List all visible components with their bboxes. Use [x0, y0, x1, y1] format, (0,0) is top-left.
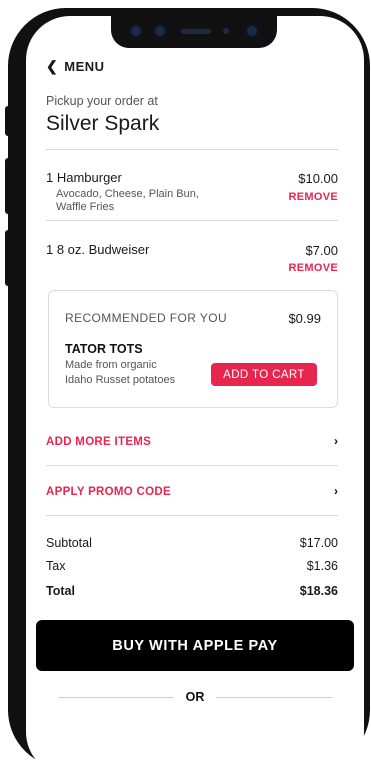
divider [46, 149, 338, 150]
order-item-price: $7.00 [305, 243, 338, 258]
front-camera-icon [247, 26, 257, 36]
recommendation-description-line: Made from organic [65, 359, 157, 371]
notch [111, 16, 277, 48]
proximity-sensor-icon [223, 28, 229, 34]
remove-item-button[interactable]: REMOVE [289, 262, 338, 274]
order-item-description: Avocado, Cheese, Plain Bun, Waffle Fries [56, 188, 199, 214]
subtotal-value: $17.00 [299, 536, 338, 550]
chevron-left-icon: ❮ [46, 58, 59, 74]
divider-line [216, 696, 333, 698]
apple-pay-button[interactable]: BUY WITH APPLE PAY [36, 620, 354, 671]
recommendation-card: RECOMMENDED FOR YOU $0.99 TATOR TOTS Mad… [48, 290, 338, 408]
or-divider: OR [26, 690, 364, 704]
add-more-items-link[interactable]: ADD MORE ITEMS [46, 436, 151, 448]
tax-value: $1.36 [306, 559, 338, 573]
remove-item-button[interactable]: REMOVE [289, 191, 338, 203]
recommendation-description: Made from organic Idaho Russet potatoes [65, 358, 175, 388]
order-item-name: 1 Hamburger [46, 170, 122, 185]
divider [46, 220, 338, 221]
back-label: MENU [64, 59, 105, 74]
recommendation-name: TATOR TOTS [65, 342, 143, 356]
order-item-description-line: Waffle Fries [56, 201, 115, 213]
camera-icon [131, 26, 141, 36]
total-label: Total [46, 584, 75, 598]
back-to-menu-button[interactable]: ❮ MENU [46, 58, 105, 75]
recommendation-description-line: Idaho Russet potatoes [65, 374, 176, 386]
add-to-cart-button[interactable]: ADD TO CART [211, 363, 317, 386]
tax-label: Tax [46, 559, 66, 573]
divider [46, 465, 338, 466]
chevron-right-icon[interactable]: › [334, 484, 338, 498]
or-label: OR [185, 690, 205, 704]
subtotal-label: Subtotal [46, 536, 92, 550]
screen: ❮ MENU Pickup your order at Silver Spark… [26, 16, 364, 776]
divider [46, 515, 338, 516]
total-value: $18.36 [299, 584, 338, 598]
sensor-icon [155, 26, 165, 36]
speaker-icon [181, 29, 211, 34]
device-button-silent [5, 106, 12, 136]
order-item-description-line: Avocado, Cheese, Plain Bun, [56, 188, 199, 200]
order-item-name: 1 8 oz. Budweiser [46, 242, 150, 257]
apply-promo-code-link[interactable]: APPLY PROMO CODE [46, 486, 171, 498]
chevron-right-icon[interactable]: › [334, 434, 338, 448]
pickup-label: Pickup your order at [46, 94, 158, 108]
store-name: Silver Spark [46, 112, 160, 135]
divider-line [57, 696, 174, 698]
device-button-volume-down [5, 230, 12, 286]
recommendation-price: $0.99 [288, 311, 321, 326]
order-item-price: $10.00 [298, 171, 338, 186]
device-button-volume-up [5, 158, 12, 214]
recommendation-heading: RECOMMENDED FOR YOU [65, 311, 228, 325]
